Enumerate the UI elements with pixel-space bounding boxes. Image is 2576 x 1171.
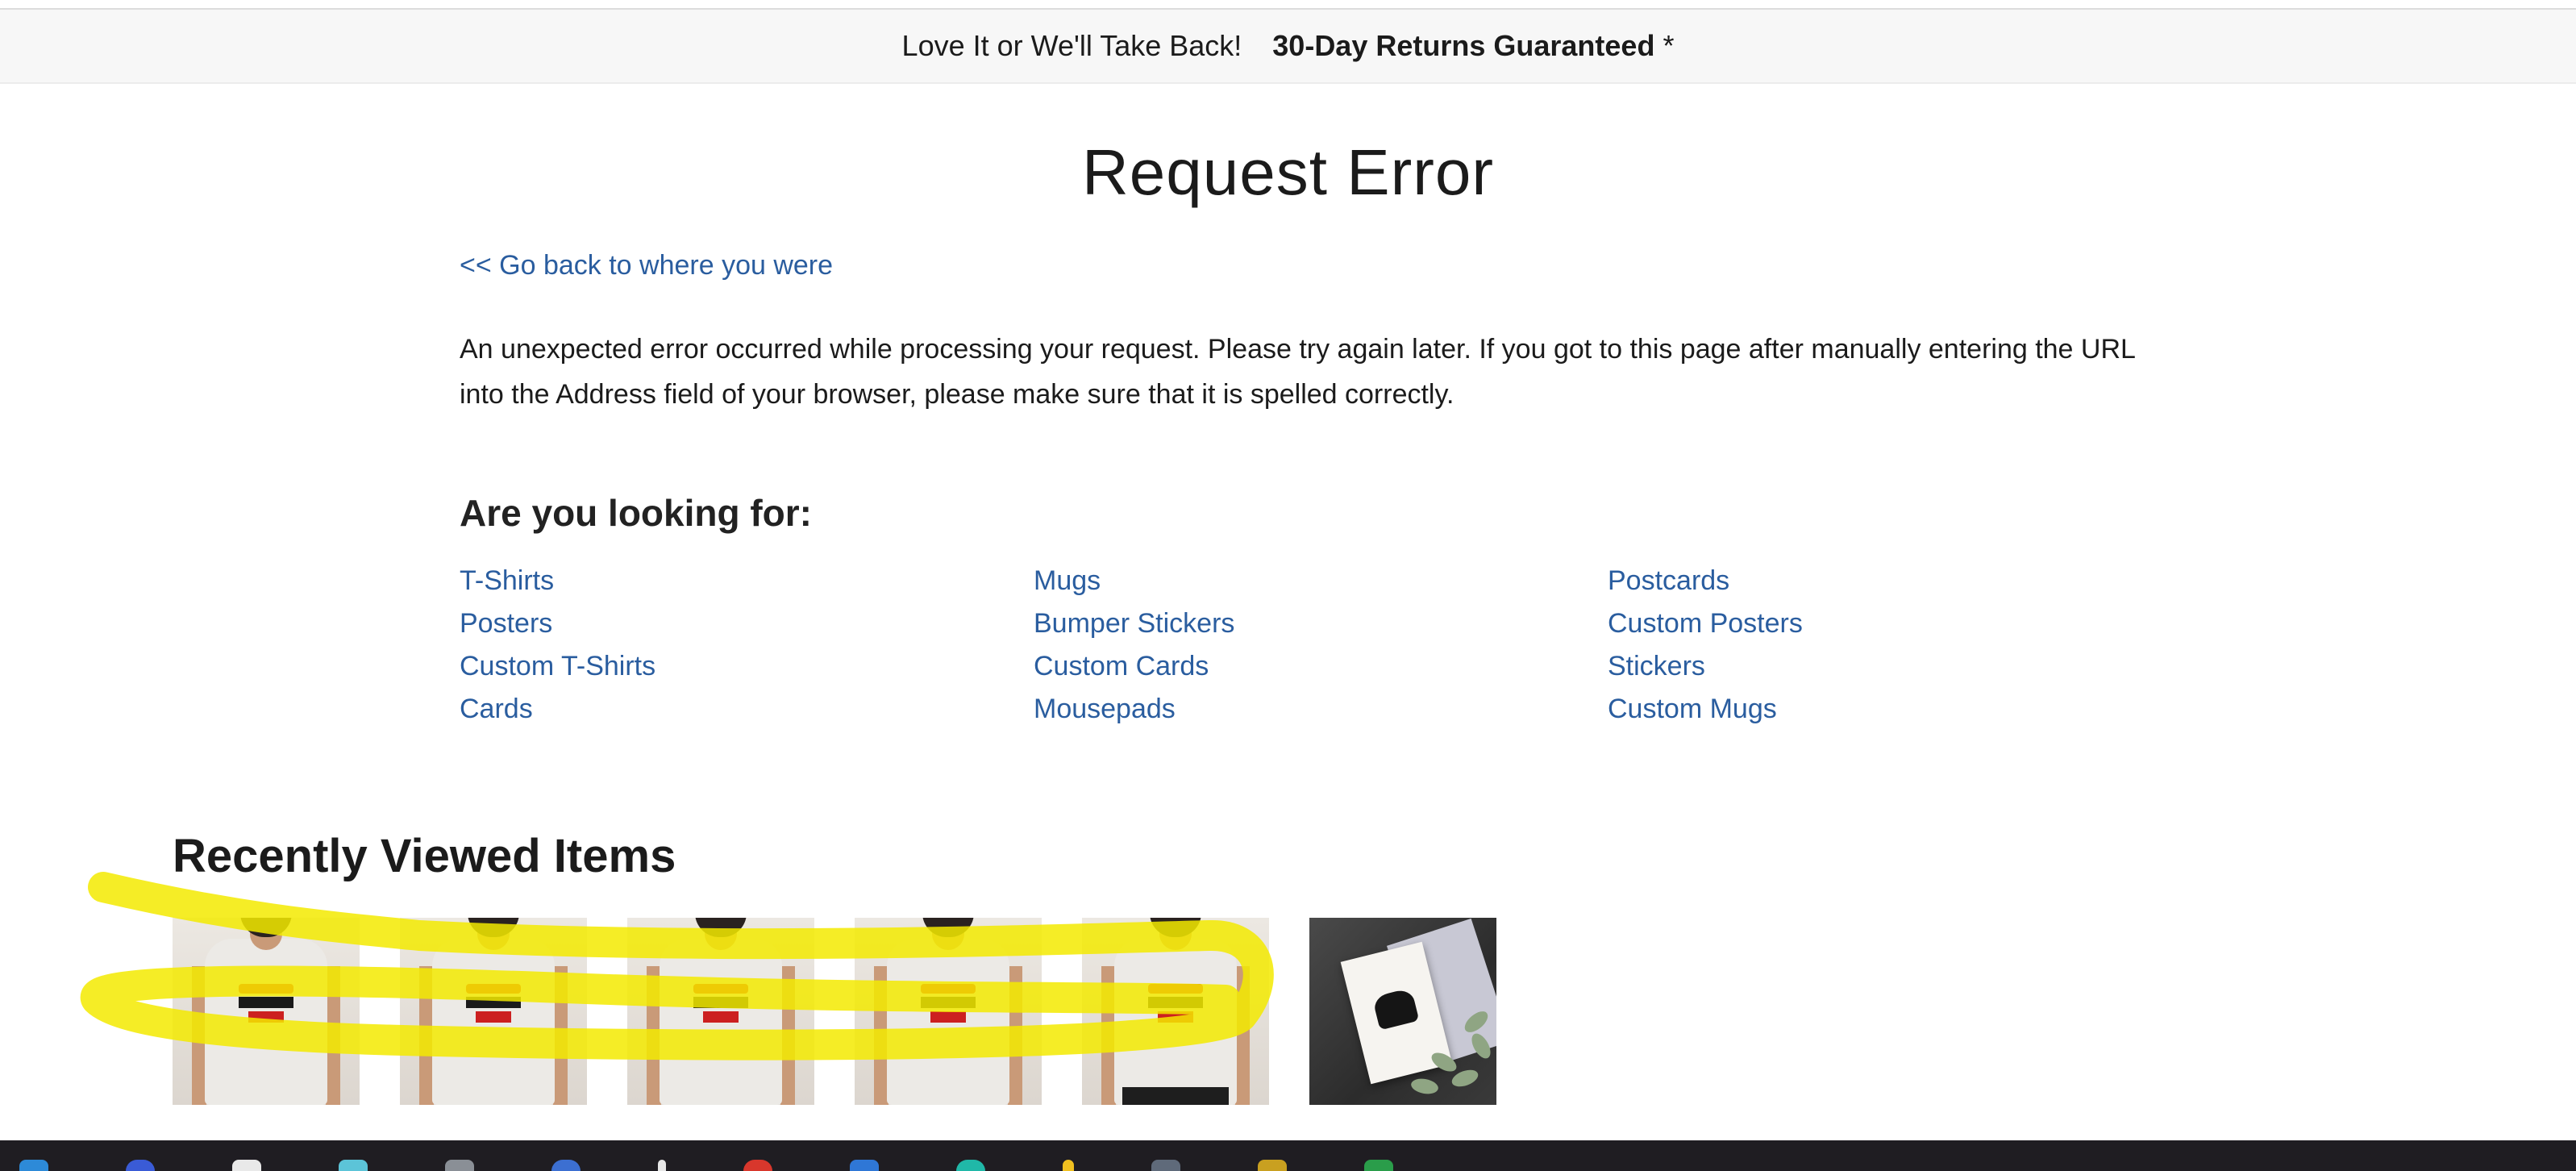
suggestion-link-custom-mugs[interactable]: Custom Mugs [1608,692,2091,727]
promo-text: Love It or We'll Take Back! [901,29,1242,62]
app-icon[interactable] [339,1160,368,1171]
error-message: An unexpected error occurred while proce… [460,334,2135,410]
recent-item-card[interactable] [1309,918,1496,1105]
error-content: << Go back to where you were An unexpect… [460,250,2153,727]
recent-item-tshirt-3[interactable] [627,918,814,1105]
app-icon[interactable] [551,1160,581,1171]
recent-item-tshirt-1[interactable] [173,918,360,1105]
suggestion-link-posters[interactable]: Posters [460,606,1034,641]
recent-item-tshirt-2[interactable] [400,918,587,1105]
go-back-link[interactable]: << Go back to where you were [460,250,833,281]
app-icon[interactable] [956,1160,985,1171]
suggestion-link-mousepads[interactable]: Mousepads [1034,692,1608,727]
promo-banner: Love It or We'll Take Back! 30-Day Retur… [0,10,2576,84]
suggestion-link-postcards[interactable]: Postcards [1608,564,2091,598]
app-icon[interactable] [1063,1160,1074,1171]
suggestion-link-stickers[interactable]: Stickers [1608,649,2091,684]
app-icon[interactable] [445,1160,474,1171]
app-icon[interactable] [1258,1160,1287,1171]
app-icon[interactable] [850,1160,879,1171]
file-icon[interactable] [232,1160,261,1171]
page-title: Request Error [1082,136,1494,208]
app-icon[interactable] [1364,1160,1393,1171]
recent-item-tshirt-5[interactable] [1082,918,1269,1105]
os-taskbar [0,1140,2576,1171]
suggestion-link-custom-t-shirts[interactable]: Custom T-Shirts [460,649,1034,684]
suggestion-link-t-shirts[interactable]: T-Shirts [460,564,1034,598]
app-icon[interactable] [658,1160,666,1171]
suggestion-link-custom-posters[interactable]: Custom Posters [1608,606,2091,641]
browser-icon[interactable] [126,1160,155,1171]
browser-top-edge [0,0,2576,10]
suggestion-link-custom-cards[interactable]: Custom Cards [1034,649,1608,684]
suggestion-link-cards[interactable]: Cards [460,692,1034,727]
recent-item-tshirt-4[interactable] [855,918,1042,1105]
promo-asterisk: * [1663,29,1675,62]
windows-icon[interactable] [19,1160,48,1171]
app-icon[interactable] [1151,1160,1180,1171]
suggestion-links: T-Shirts Mugs Postcards Posters Bumper S… [460,564,2153,727]
suggestions-title: Are you looking for: [460,492,812,534]
recently-viewed-list [173,918,1496,1105]
promo-guarantee[interactable]: 30-Day Returns Guaranteed [1272,29,1654,63]
app-icon[interactable] [743,1160,772,1171]
suggestion-link-bumper-stickers[interactable]: Bumper Stickers [1034,606,1608,641]
recently-viewed-title: Recently Viewed Items [173,830,676,882]
suggestion-link-mugs[interactable]: Mugs [1034,564,1608,598]
